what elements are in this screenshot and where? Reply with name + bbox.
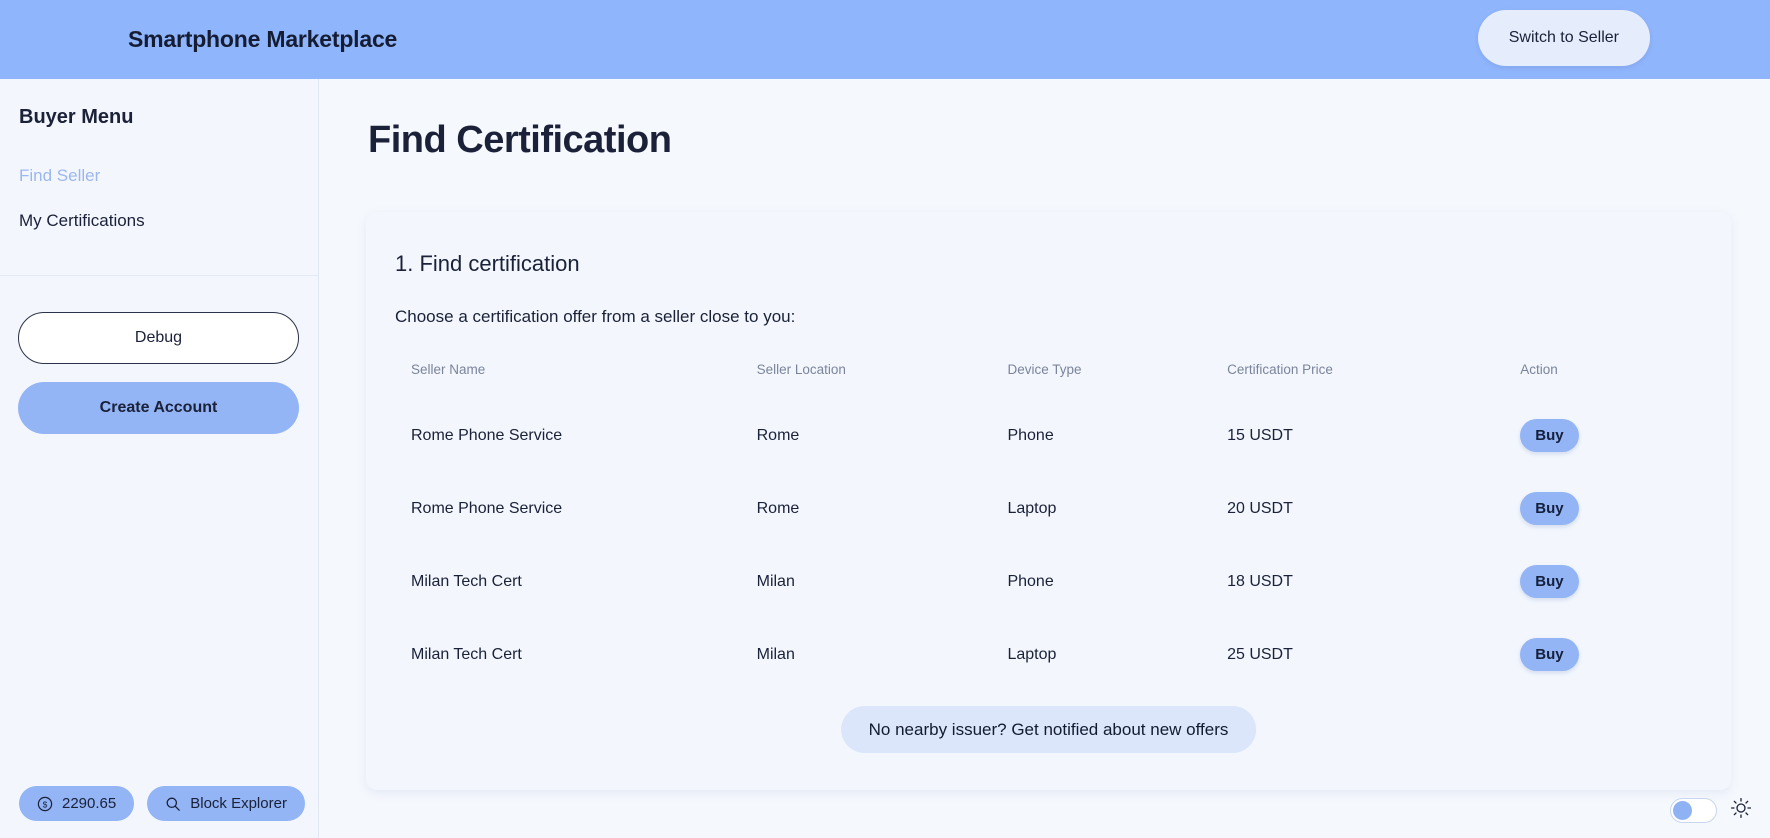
sidebar-nav: Find Seller My Certifications <box>19 167 299 257</box>
cell-seller-location: Rome <box>756 499 800 517</box>
buy-button[interactable]: Buy <box>1520 565 1579 598</box>
sidebar-divider <box>0 275 319 276</box>
cell-device-type: Phone <box>1007 572 1054 590</box>
card-subtitle: Choose a certification offer from a sell… <box>395 307 796 326</box>
block-explorer-label: Block Explorer <box>190 795 287 812</box>
column-header-action: Action <box>1520 362 1558 377</box>
cell-seller-name: Rome Phone Service <box>411 426 563 444</box>
search-icon <box>165 796 181 812</box>
cell-seller-name: Rome Phone Service <box>411 499 563 517</box>
table-row: Milan Tech Cert Milan Laptop 25 USDT Buy <box>395 618 1705 691</box>
create-account-button[interactable]: Create Account <box>18 382 299 434</box>
cell-action: Buy <box>1504 399 1705 472</box>
sidebar-heading: Buyer Menu <box>19 106 134 128</box>
table-row: Rome Phone Service Rome Phone 15 USDT Bu… <box>395 399 1705 472</box>
page-title: Find Certification <box>368 119 672 161</box>
app-header: Smartphone Marketplace Switch to Seller <box>0 0 1770 79</box>
buy-button[interactable]: Buy <box>1520 419 1579 452</box>
balance-pill[interactable]: $ 2290.65 <box>19 786 135 821</box>
cell-seller-name: Milan Tech Cert <box>411 572 522 590</box>
column-header-certification-price: Certification Price <box>1227 362 1333 377</box>
cell-certification-price: 18 USDT <box>1227 572 1293 590</box>
card-title: 1. Find certification <box>395 251 580 276</box>
column-header-device-type: Device Type <box>1007 362 1082 377</box>
sidebar-item-my-certifications[interactable]: My Certifications <box>19 212 299 229</box>
theme-toggle-knob <box>1673 801 1692 820</box>
app-title: Smartphone Marketplace <box>128 26 398 52</box>
buy-button[interactable]: Buy <box>1520 638 1579 671</box>
cell-certification-price: 15 USDT <box>1227 426 1293 444</box>
block-explorer-button[interactable]: Block Explorer <box>147 786 305 821</box>
cell-device-type: Laptop <box>1007 645 1057 663</box>
theme-toggle-switch[interactable] <box>1670 798 1717 823</box>
table-body: Rome Phone Service Rome Phone 15 USDT Bu… <box>395 399 1705 691</box>
find-certification-card: 1. Find certification Choose a certifica… <box>366 212 1731 790</box>
cell-seller-location: Rome <box>756 426 800 444</box>
theme-toggle-area <box>1670 797 1752 824</box>
buy-button[interactable]: Buy <box>1520 492 1579 525</box>
cell-device-type: Laptop <box>1007 499 1057 517</box>
table-header-row: Seller Name Seller Location Device Type … <box>395 352 1705 399</box>
column-header-seller-name: Seller Name <box>411 362 486 377</box>
table-row: Rome Phone Service Rome Laptop 20 USDT B… <box>395 472 1705 545</box>
cell-seller-location: Milan <box>756 645 795 663</box>
certification-offers-table: Seller Name Seller Location Device Type … <box>395 352 1705 691</box>
cell-action: Buy <box>1504 618 1705 691</box>
cell-seller-name: Milan Tech Cert <box>411 645 522 663</box>
debug-button[interactable]: Debug <box>18 312 299 364</box>
sidebar: Buyer Menu Find Seller My Certifications… <box>0 79 319 838</box>
table-header: Seller Name Seller Location Device Type … <box>395 352 1705 399</box>
sun-icon[interactable] <box>1730 797 1752 824</box>
switch-to-seller-button[interactable]: Switch to Seller <box>1477 10 1650 66</box>
main-content: Find Certification 1. Find certification… <box>319 79 1770 838</box>
sidebar-item-find-seller[interactable]: Find Seller <box>19 167 299 184</box>
cell-certification-price: 20 USDT <box>1227 499 1293 517</box>
cell-device-type: Phone <box>1007 426 1054 444</box>
cell-certification-price: 25 USDT <box>1227 645 1293 663</box>
cell-seller-location: Milan <box>756 572 795 590</box>
cell-action: Buy <box>1504 472 1705 545</box>
balance-value: 2290.65 <box>62 795 117 812</box>
column-header-seller-location: Seller Location <box>756 362 846 377</box>
table-row: Milan Tech Cert Milan Phone 18 USDT Buy <box>395 545 1705 618</box>
app-root: Smartphone Marketplace Switch to Seller … <box>0 0 1770 838</box>
svg-text:$: $ <box>43 799 48 809</box>
status-bar: $ 2290.65 Block Explorer <box>19 786 305 821</box>
dollar-circle-icon: $ <box>37 796 53 812</box>
cell-action: Buy <box>1504 545 1705 618</box>
get-notified-button[interactable]: No nearby issuer? Get notified about new… <box>840 706 1257 753</box>
